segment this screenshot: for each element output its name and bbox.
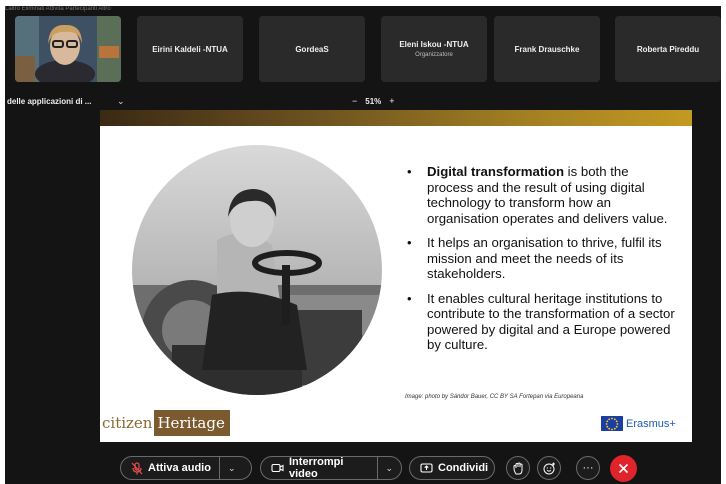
divider [376,456,378,480]
participant-tile[interactable]: Eirini Kaldeli -NTUA [137,16,243,82]
participant-name: Roberta Pireddu [636,44,700,54]
zoom-controls: − 51% + [352,96,395,106]
hand-icon [513,462,522,474]
chevron-down-icon[interactable]: ⌄ [385,463,393,474]
participant-tile[interactable]: Eleni Iskou -NTUA Organizzatore [381,16,487,82]
eu-flag-icon [601,416,623,431]
camera-icon [271,463,284,473]
shared-app-title[interactable]: delle applicazioni di ... [7,97,91,106]
audio-control[interactable]: Attiva audio ⌄ [120,456,252,480]
share-screen-icon [420,462,433,474]
participant-tile[interactable]: Frank Drauschke [494,16,600,82]
divider [218,456,220,480]
audio-button-label[interactable]: Attiva audio [148,462,211,474]
meeting-controls: Attiva audio ⌄ Interrompi video ⌄ Condiv… [5,454,721,484]
bullet-item: Digital transformation is both the proce… [403,164,678,226]
citizen-heritage-logo: citizen Heritage [100,410,230,436]
close-icon [618,463,629,474]
more-options-button[interactable]: ··· [576,456,600,480]
share-toolbar: delle applicazioni di ... ⌄ − 51% + [5,94,721,110]
participant-name: Eirini Kaldeli -NTUA [152,44,228,54]
video-button-label[interactable]: Interrompi video [289,456,369,480]
shared-slide: Digital transformation is both the proce… [100,110,692,442]
bullet-item: It enables cultural heritage institution… [403,291,678,353]
chevron-down-icon[interactable]: ⌄ [117,96,125,107]
reactions-button[interactable] [537,456,561,480]
tractor-woman-photo [132,145,382,395]
participant-name: GordeaS [295,44,329,54]
zoom-in-button[interactable]: + [389,96,394,106]
participant-video-icon [15,16,121,82]
bullet-text: It enables cultural heritage institution… [427,290,675,353]
smiley-icon [543,462,555,474]
logo-text-citizen: citizen [100,410,155,436]
participant-tile[interactable]: Roberta Pireddu [615,16,721,82]
share-button-label[interactable]: Condividi [438,462,488,474]
logo-text-heritage: Heritage [154,410,230,436]
participant-tile[interactable]: GordeaS [259,16,365,82]
self-video-tile[interactable] [15,16,121,82]
raise-hand-button[interactable] [506,456,530,480]
participant-gallery: Eirini Kaldeli -NTUA GordeaS Eleni Iskou… [5,16,721,92]
chevron-down-icon[interactable]: ⌄ [228,463,236,474]
participant-name: Frank Drauschke [514,44,580,54]
video-control[interactable]: Interrompi video ⌄ [260,456,402,480]
participant-name: Eleni Iskou -NTUA [399,40,469,49]
zoom-out-button[interactable]: − [352,96,357,106]
meeting-window: Laltro Eliminati Attività Partecipanti A… [5,6,721,484]
image-credit: Image: photo by Sándor Bauer, CC BY SA F… [405,394,584,400]
slide-header-band [100,110,692,126]
bullet-bold: Digital transformation [427,164,565,179]
mic-muted-icon [131,461,143,475]
bullet-item: It helps an organisation to thrive, fulf… [403,235,678,282]
erasmus-logo: Erasmus+ [601,416,676,431]
window-top-strip: Laltro Eliminati Attività Partecipanti A… [5,6,111,12]
share-button[interactable]: Condividi [409,456,495,480]
participant-role: Organizzatore [415,52,453,58]
zoom-level: 51% [365,96,382,106]
erasmus-text: Erasmus+ [626,417,676,430]
slide-bullets: Digital transformation is both the proce… [403,164,678,362]
end-call-button[interactable] [610,455,637,482]
bullet-text: It helps an organisation to thrive, fulf… [427,235,662,281]
